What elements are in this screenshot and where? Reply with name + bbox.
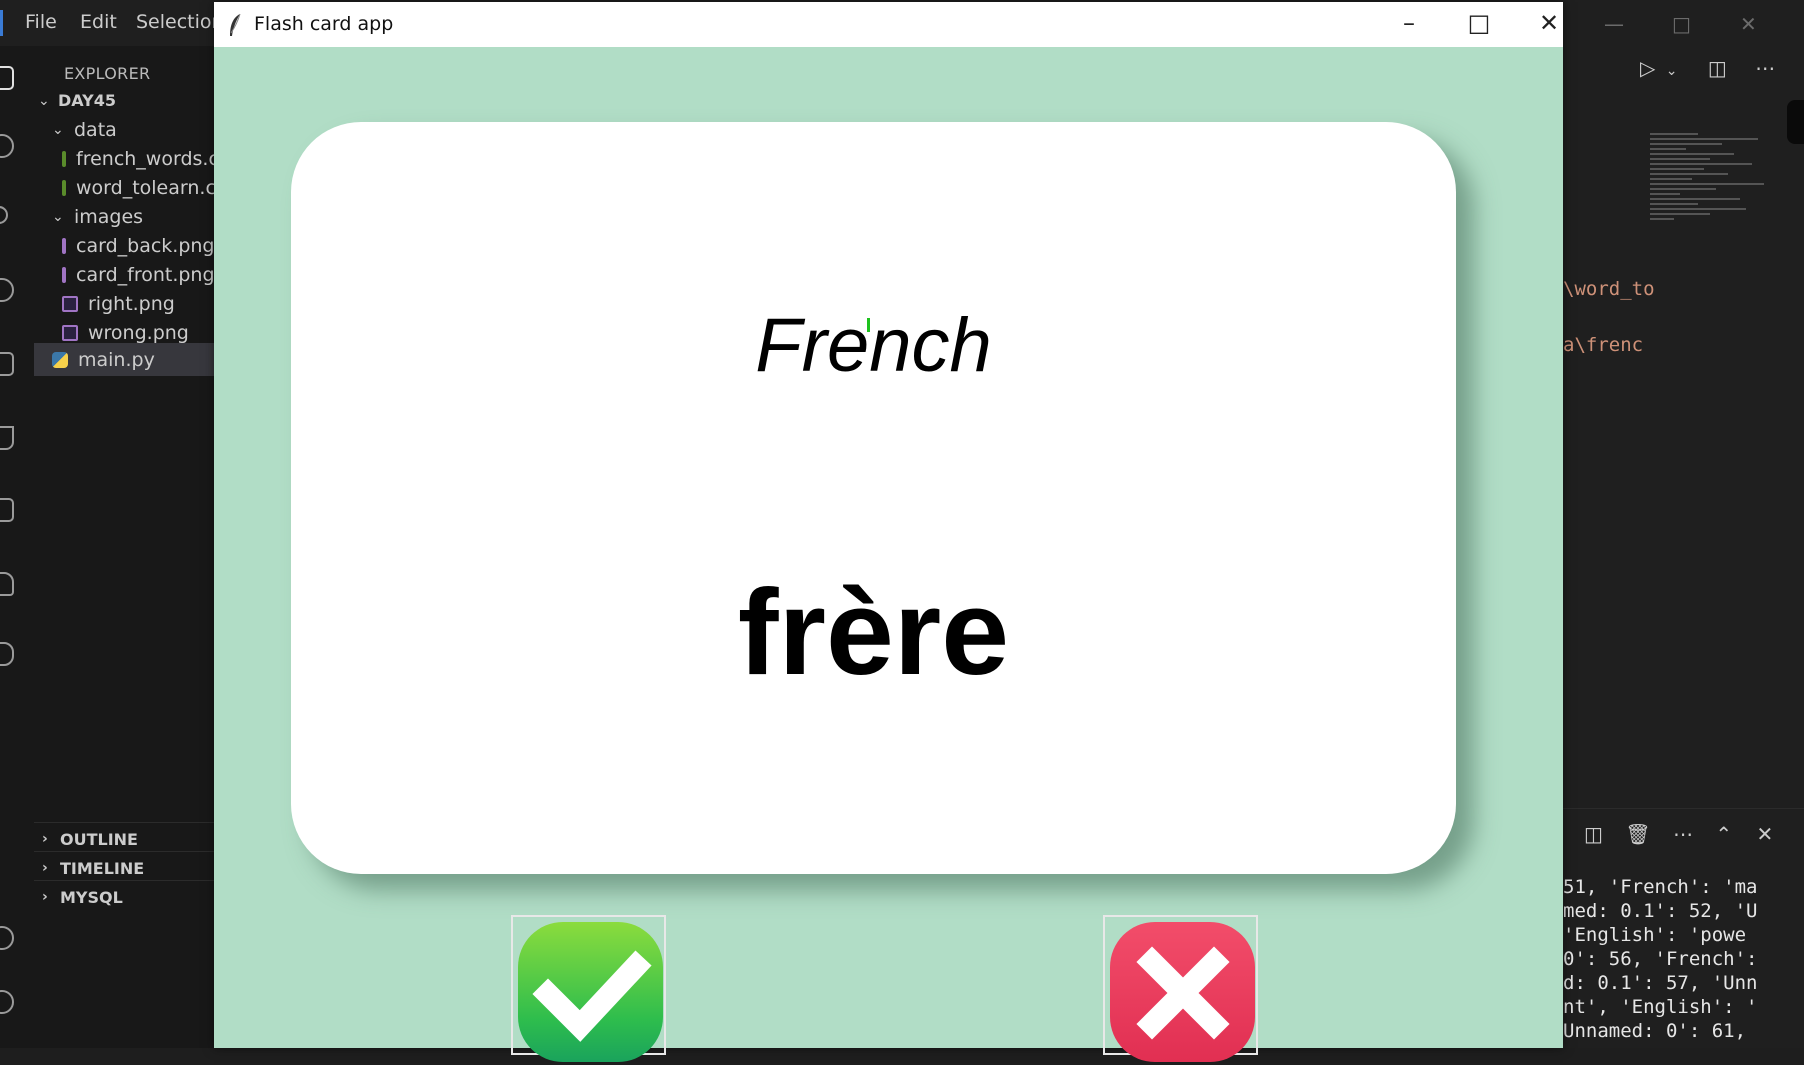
chevron-right-icon: › xyxy=(42,831,48,847)
image-file-icon xyxy=(62,295,78,312)
code-line: a\frenc xyxy=(1563,334,1644,356)
chevron-down-icon: ⌄ xyxy=(52,121,64,138)
chevron-right-icon: › xyxy=(42,860,48,876)
python-file-icon xyxy=(52,351,68,368)
activity-bar xyxy=(0,46,34,1048)
tree-label: images xyxy=(74,205,144,228)
cross-icon xyxy=(1110,922,1255,1062)
explorer-header: EXPLORER xyxy=(64,64,151,83)
terminal-line: 51, 'French': 'ma xyxy=(1563,876,1758,898)
terminal-line: Unnamed: 0': 61, xyxy=(1563,1020,1747,1042)
split-terminal-icon[interactable]: ◫ xyxy=(1584,822,1603,846)
workspace-label: DAY45 xyxy=(58,91,116,110)
source-control-icon[interactable] xyxy=(0,206,8,224)
terminal-line: med: 0.1': 52, 'U xyxy=(1563,900,1758,922)
tree-label: main.py xyxy=(78,348,155,371)
terminal-line: 'English': 'powe xyxy=(1563,924,1747,946)
terminal-line: d: 0.1': 57, 'Unn xyxy=(1563,972,1758,994)
right-button[interactable] xyxy=(511,915,666,1062)
tree-label: wrong.png xyxy=(88,321,189,344)
split-editor-icon[interactable]: ◫ xyxy=(1708,56,1727,80)
tree-label: data xyxy=(74,118,117,141)
menu-file[interactable]: File xyxy=(25,11,57,33)
explorer-sidebar: EXPLORER ⌄ DAY45 ⌄ data french_words.csv… xyxy=(34,46,214,1048)
image-file-icon xyxy=(62,266,66,283)
section-mysql[interactable]: › MYSQL xyxy=(34,880,214,913)
checkmark-icon xyxy=(518,922,663,1062)
testing-icon[interactable] xyxy=(0,426,14,450)
extensions-icon[interactable] xyxy=(0,352,14,376)
more-actions-icon[interactable]: ⋯ xyxy=(1673,822,1693,846)
menu-selection[interactable]: Selection xyxy=(136,11,224,33)
run-icon[interactable]: ▷ xyxy=(1640,56,1655,80)
minimap[interactable] xyxy=(1650,130,1770,300)
maximize-icon[interactable]: □ xyxy=(1459,9,1499,37)
tree-file-main[interactable]: main.py xyxy=(34,343,214,376)
text-cursor xyxy=(867,318,870,332)
close-icon[interactable]: ✕ xyxy=(1529,9,1569,37)
explorer-icon[interactable] xyxy=(0,66,14,90)
chevron-right-icon: › xyxy=(42,889,48,905)
editor-toolbar: ▷ ⌄ ◫ ⋯ xyxy=(1640,56,1775,80)
settings-gear-icon[interactable] xyxy=(0,990,14,1014)
image-file-icon xyxy=(62,237,66,254)
database-icon[interactable] xyxy=(0,642,14,666)
menu-edit[interactable]: Edit xyxy=(80,11,117,33)
chevron-down-icon: ⌄ xyxy=(38,92,50,109)
search-icon[interactable] xyxy=(0,134,14,158)
section-label: TIMELINE xyxy=(60,858,145,878)
docker-icon[interactable] xyxy=(0,572,14,596)
window-titlebar[interactable]: Flash card app – □ ✕ xyxy=(214,2,1563,47)
minimize-icon[interactable]: — xyxy=(1604,12,1624,36)
panel-divider xyxy=(1563,808,1804,809)
section-label: MYSQL xyxy=(60,887,123,907)
trash-icon[interactable]: 🗑 xyxy=(1625,822,1650,846)
terminal-toolbar: ◫ 🗑 ⋯ ⌃ ✕ xyxy=(1560,822,1773,846)
close-panel-icon[interactable]: ✕ xyxy=(1757,822,1774,846)
chevron-down-icon: ⌄ xyxy=(52,208,64,225)
tree-label: card_front.png xyxy=(76,263,214,286)
feather-icon xyxy=(230,13,241,36)
tree-label: word_tolearn.csv xyxy=(76,176,214,199)
card-language: French xyxy=(755,303,992,388)
wrong-button[interactable] xyxy=(1103,915,1258,1062)
code-line: \word_to xyxy=(1563,278,1655,300)
minimize-icon[interactable]: – xyxy=(1389,9,1429,37)
remote-explorer-icon[interactable] xyxy=(0,498,14,522)
tree-label: right.png xyxy=(88,292,175,315)
card-word: frère xyxy=(737,564,1010,700)
csv-file-icon xyxy=(62,179,66,196)
scrollbar[interactable] xyxy=(1787,100,1804,144)
terminal-line: 0': 56, 'French': xyxy=(1563,948,1758,970)
more-actions-icon[interactable]: ⋯ xyxy=(1755,56,1775,80)
maximize-icon[interactable]: □ xyxy=(1672,12,1691,36)
vscode-logo-edge xyxy=(0,10,3,36)
tree-label: french_words.csv xyxy=(76,147,214,170)
image-file-icon xyxy=(62,324,78,341)
close-icon[interactable]: ✕ xyxy=(1740,12,1757,36)
section-label: OUTLINE xyxy=(60,829,138,849)
tree-label: card_back.png xyxy=(76,234,214,257)
flash-card-window: Flash card app – □ ✕ French frère xyxy=(214,2,1563,1062)
chevron-down-icon[interactable]: ⌄ xyxy=(1666,63,1678,79)
account-icon[interactable] xyxy=(0,926,14,950)
maximize-panel-icon[interactable]: ⌃ xyxy=(1715,822,1732,846)
csv-file-icon xyxy=(62,150,66,167)
window-title: Flash card app xyxy=(254,13,394,35)
terminal-line: nt', 'English': ' xyxy=(1563,996,1758,1018)
flash-card: French frère xyxy=(291,122,1456,874)
run-debug-icon[interactable] xyxy=(0,278,14,302)
